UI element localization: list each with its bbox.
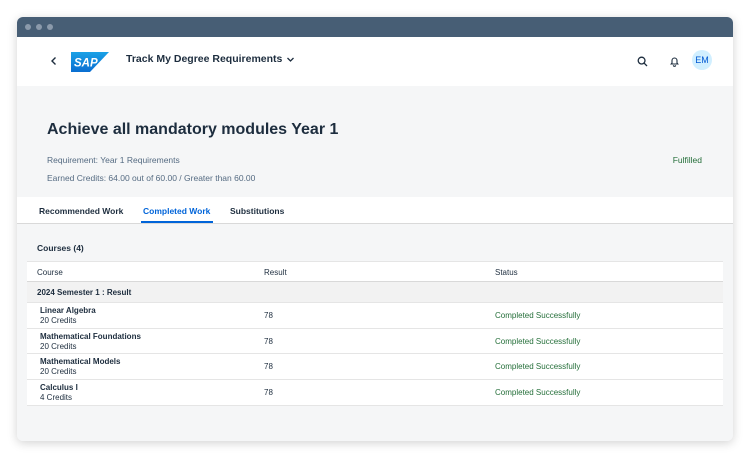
app-window: SAP Track My Degree Requirements EM Achi… bbox=[17, 17, 733, 441]
course-status: Completed Successfully bbox=[495, 387, 581, 397]
course-result: 78 bbox=[264, 311, 273, 320]
bell-icon bbox=[669, 56, 679, 67]
tab-recommended-work[interactable]: Recommended Work bbox=[39, 206, 123, 216]
course-name: Calculus I bbox=[40, 382, 78, 392]
table-row[interactable]: Calculus I 4 Credits 78 Completed Succes… bbox=[27, 380, 723, 406]
tab-bar: Recommended Work Completed Work Substitu… bbox=[17, 197, 733, 224]
completed-work-section: Courses (4) Course Result Status 2024 Se… bbox=[17, 224, 733, 441]
course-credits: 20 Credits bbox=[40, 316, 77, 325]
course-result: 78 bbox=[264, 362, 273, 371]
window-dot bbox=[36, 24, 42, 30]
page-title: Achieve all mandatory modules Year 1 bbox=[47, 121, 339, 138]
course-status: Completed Successfully bbox=[495, 311, 581, 320]
chevron-down-icon bbox=[287, 57, 295, 62]
group-label: 2024 Semester 1 : Result bbox=[37, 288, 132, 297]
earned-credits-text: Earned Credits: 64.00 out of 60.00 / Gre… bbox=[47, 173, 256, 183]
window-titlebar bbox=[17, 17, 733, 37]
tab-completed-work[interactable]: Completed Work bbox=[143, 206, 210, 216]
course-result: 78 bbox=[264, 336, 273, 346]
column-header-result: Result bbox=[264, 268, 287, 277]
requirement-text: Requirement: Year 1 Requirements bbox=[47, 155, 180, 165]
app-title: Track My Degree Requirements bbox=[126, 53, 283, 65]
window-dot bbox=[25, 24, 31, 30]
course-name: Mathematical Models bbox=[40, 357, 121, 366]
app-title-menu[interactable]: Track My Degree Requirements bbox=[126, 53, 295, 65]
shell-bar: SAP Track My Degree Requirements EM bbox=[17, 37, 733, 86]
column-header-course: Course bbox=[37, 268, 63, 277]
course-credits: 20 Credits bbox=[40, 367, 77, 376]
table-row[interactable]: Mathematical Models 20 Credits 78 Comple… bbox=[27, 354, 723, 380]
back-button[interactable] bbox=[43, 50, 65, 72]
course-status: Completed Successfully bbox=[495, 362, 581, 371]
search-icon bbox=[637, 56, 647, 66]
sap-logo: SAP bbox=[71, 52, 109, 72]
object-page-header: Achieve all mandatory modules Year 1 Req… bbox=[17, 86, 733, 213]
table-header: Course Result Status bbox=[27, 261, 723, 282]
window-dot bbox=[47, 24, 53, 30]
course-status: Completed Successfully bbox=[495, 336, 581, 346]
status-badge: Fulfilled bbox=[672, 155, 702, 165]
group-row: 2024 Semester 1 : Result bbox=[27, 282, 723, 303]
search-button[interactable] bbox=[631, 50, 653, 72]
column-header-status: Status bbox=[495, 268, 518, 277]
table-row[interactable]: Mathematical Foundations 20 Credits 78 C… bbox=[27, 329, 723, 354]
svg-text:SAP: SAP bbox=[74, 58, 98, 70]
user-avatar[interactable]: EM bbox=[692, 50, 712, 70]
course-name: Linear Algebra bbox=[40, 306, 96, 315]
course-result: 78 bbox=[264, 387, 273, 397]
notifications-button[interactable] bbox=[663, 50, 685, 72]
table-row[interactable]: Linear Algebra 20 Credits 78 Completed S… bbox=[27, 303, 723, 329]
chevron-left-icon bbox=[51, 57, 56, 65]
tab-substitutions[interactable]: Substitutions bbox=[230, 206, 284, 216]
active-tab-indicator bbox=[141, 221, 213, 223]
course-credits: 4 Credits bbox=[40, 392, 73, 402]
course-name: Mathematical Foundations bbox=[40, 331, 141, 341]
courses-heading: Courses (4) bbox=[37, 243, 84, 253]
course-credits: 20 Credits bbox=[40, 341, 77, 351]
courses-table: Course Result Status 2024 Semester 1 : R… bbox=[27, 261, 723, 406]
